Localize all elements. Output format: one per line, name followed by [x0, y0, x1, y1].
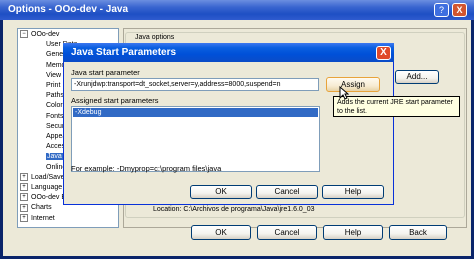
java-start-parameters-dialog: Java Start Parameters X Java start param… — [63, 43, 394, 205]
tree-item-label: Charts — [31, 204, 52, 212]
expand-icon[interactable]: + — [20, 203, 28, 212]
tree-item[interactable]: Print — [46, 81, 60, 90]
options-title-bar[interactable]: Options - OOo-dev - Java — [0, 0, 474, 20]
tree-item[interactable]: Java — [46, 152, 63, 161]
title-help-button[interactable]: ? — [434, 3, 449, 17]
tree-item[interactable]: Fonts — [46, 112, 64, 121]
options-cancel-button[interactable]: Cancel — [257, 225, 317, 240]
tree-item[interactable]: + Load/Save — [20, 172, 65, 182]
options-help-button[interactable]: Help — [323, 225, 383, 240]
assigned-parameters-list[interactable]: -Xdebug — [71, 106, 320, 172]
mouse-cursor-icon — [339, 86, 349, 100]
tree-item[interactable]: View — [46, 71, 61, 80]
dialog-close-button[interactable]: X — [376, 46, 391, 60]
expand-icon[interactable]: + — [20, 183, 28, 192]
expand-icon[interactable]: + — [20, 193, 28, 202]
list-item[interactable]: -Xdebug — [73, 108, 318, 117]
expand-icon[interactable]: + — [20, 213, 28, 222]
java-start-parameter-label: Java start parameter — [71, 68, 140, 77]
tree-item-label: Fonts — [46, 112, 64, 120]
assigned-parameters-label: Assigned start parameters — [71, 96, 159, 105]
expand-icon[interactable]: + — [20, 172, 28, 181]
tree-item-label: Internet — [31, 214, 55, 222]
dialog-ok-button[interactable]: OK — [190, 185, 252, 199]
tree-item-label: Java — [46, 153, 63, 161]
options-back-button[interactable]: Back — [389, 225, 447, 240]
tree-item[interactable]: Paths — [46, 91, 64, 100]
dialog-title: Java Start Parameters — [71, 47, 177, 58]
tree-item-label: View — [46, 71, 62, 79]
dialog-title-bar[interactable]: Java Start Parameters — [63, 43, 394, 62]
add-button[interactable]: Add... — [395, 70, 439, 84]
tree-item[interactable]: + Internet — [20, 213, 55, 223]
java-start-parameter-input[interactable]: -Xrunjdwp:transport=dt_socket,server=y,a… — [71, 78, 319, 91]
tree-item-label: OOo-dev — [31, 31, 60, 38]
collapse-icon[interactable]: − — [20, 30, 28, 39]
tree-item-label: Paths — [46, 92, 64, 100]
tree-item[interactable]: + Charts — [20, 203, 52, 212]
tree-item[interactable]: − OOo-dev — [20, 30, 59, 39]
example-text: For example: -Dmyprop=c:\program files\j… — [71, 164, 222, 173]
title-close-button[interactable]: X — [452, 3, 467, 17]
assign-tooltip: Adds the current JRE start parameter to … — [333, 96, 460, 117]
dialog-help-button[interactable]: Help — [322, 185, 384, 199]
tree-item-label: Print — [46, 82, 61, 89]
java-options-label: Java options — [133, 34, 177, 41]
dialog-cancel-button[interactable]: Cancel — [256, 185, 318, 199]
options-title: Options - OOo-dev - Java — [8, 4, 129, 15]
options-ok-button[interactable]: OK — [191, 225, 251, 240]
jre-location: Location: C:\Archivos de programa\Java\j… — [153, 206, 315, 213]
tree-item-label: Load/Save — [31, 173, 65, 181]
assign-button[interactable]: Assign — [326, 77, 380, 92]
